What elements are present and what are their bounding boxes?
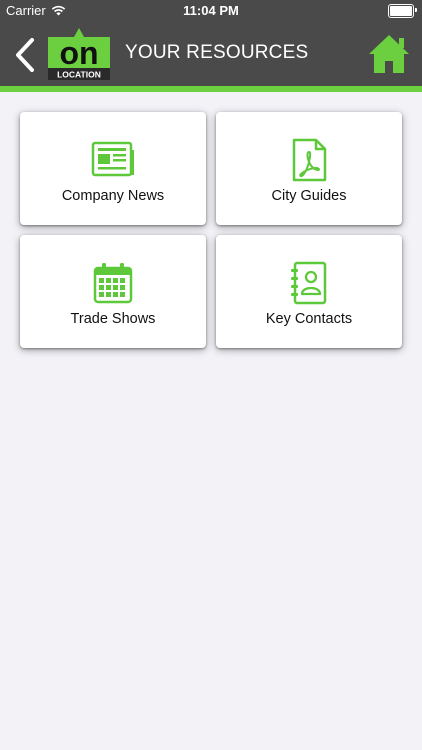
chevron-left-icon <box>16 38 34 72</box>
tile-label: Company News <box>61 188 165 204</box>
page-title: YOUR RESOURCES <box>125 42 309 63</box>
status-time: 11:04 PM <box>183 3 239 18</box>
logo-text: on <box>59 35 98 71</box>
tile-company-news[interactable]: Company News <box>20 112 206 225</box>
tile-label: City Guides <box>271 188 347 204</box>
pdf-document-icon <box>286 138 332 182</box>
home-icon <box>369 35 409 73</box>
tile-trade-shows[interactable]: Trade Shows <box>20 235 206 348</box>
newspaper-icon <box>90 138 136 182</box>
logo-subtext: LOCATION <box>57 70 101 80</box>
nav-accent-bar <box>0 86 422 92</box>
calendar-icon <box>90 261 136 305</box>
tile-label: Key Contacts <box>265 311 353 327</box>
tile-label: Trade Shows <box>70 311 156 327</box>
tile-key-contacts[interactable]: Key Contacts <box>216 235 402 348</box>
navigation-bar: on LOCATION YOUR RESOURCES <box>0 22 422 86</box>
contact-book-icon <box>286 261 332 305</box>
on-location-logo: on LOCATION <box>48 28 110 80</box>
tile-city-guides[interactable]: City Guides <box>216 112 402 225</box>
home-button[interactable] <box>368 34 410 74</box>
back-button[interactable] <box>10 36 40 74</box>
status-bar: Carrier 11:04 PM <box>0 0 422 22</box>
battery-icon <box>388 4 417 18</box>
resources-grid: Company News City Guides Trade Shows Key… <box>20 112 402 348</box>
